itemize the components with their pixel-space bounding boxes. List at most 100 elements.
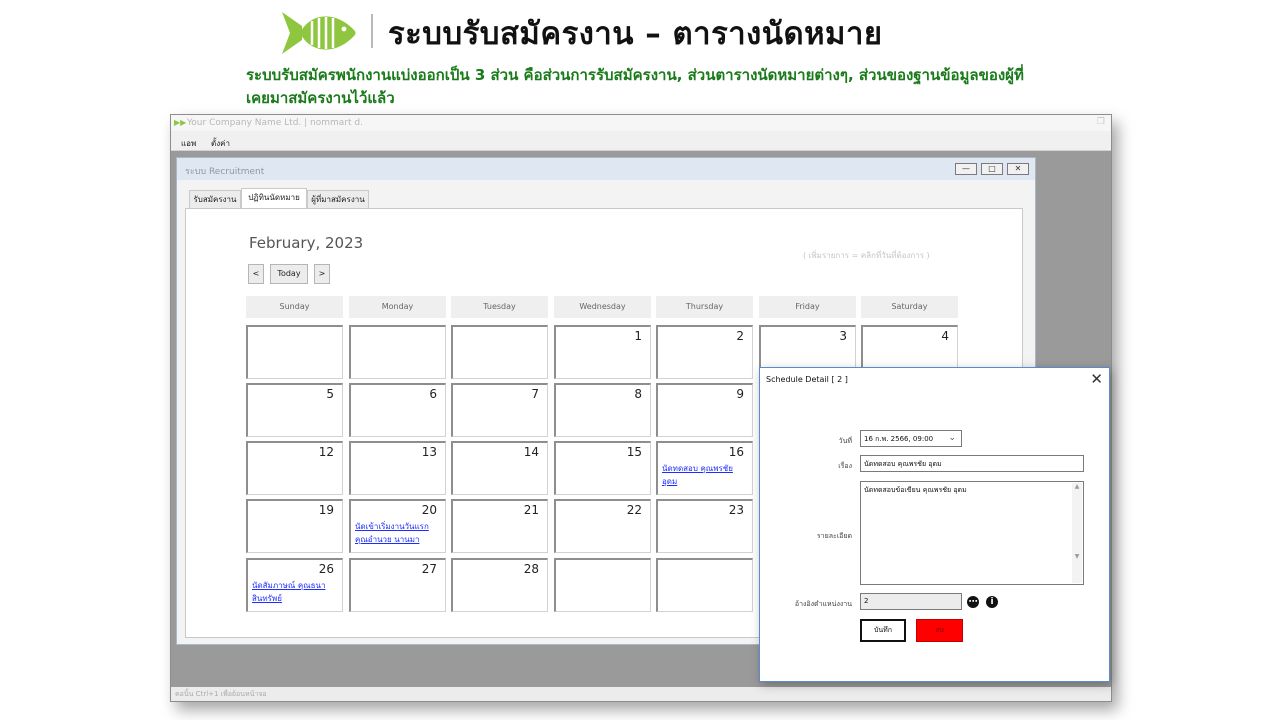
day-number: 20 — [421, 503, 437, 517]
calendar-day-cell[interactable]: 22 — [554, 499, 651, 553]
calendar-day-cell[interactable] — [656, 558, 753, 612]
chevron-down-icon[interactable]: ⌄ — [948, 433, 956, 443]
weekday-header: Tuesday — [451, 296, 548, 318]
calendar-day-cell[interactable]: 14 — [451, 441, 548, 495]
app-titlebar: ▶▶ Your Company Name Ltd. | nommart d. ❐ — [171, 115, 1111, 131]
calendar-event-link[interactable]: นัดเข้าเริ่มงานวันแรก คุณอำนวย นานมา — [355, 520, 443, 546]
day-number: 4 — [941, 329, 949, 343]
calendar-day-cell[interactable]: 20 นัดเข้าเริ่มงานวันแรก คุณอำนวย นานมา — [349, 499, 446, 553]
day-number: 6 — [429, 387, 437, 401]
tab-application[interactable]: รับสมัครงาน — [189, 190, 241, 208]
maximize-button[interactable]: □ — [981, 163, 1003, 175]
day-number: 27 — [421, 562, 437, 576]
save-button[interactable]: บันทึก — [860, 619, 906, 642]
calendar-day-cell[interactable]: 1 — [554, 325, 651, 379]
day-number: 21 — [523, 503, 539, 517]
fish-logo-icon — [282, 12, 356, 54]
calendar-day-cell[interactable]: 16 นัดทดสอบ คุณพรชัย อุดม — [656, 441, 753, 495]
day-number: 9 — [736, 387, 744, 401]
schedule-detail-dialog: Schedule Detail [ 2 ] ✕ วันที่ 16 ก.พ. 2… — [759, 367, 1110, 682]
slide: ระบบรับสมัครงาน – ตารางนัดหมาย ระบบรับสม… — [0, 0, 1280, 720]
calendar-event-link[interactable]: นัดทดสอบ คุณพรชัย อุดม — [662, 462, 750, 488]
day-number: 7 — [531, 387, 539, 401]
close-button[interactable]: ✕ — [1007, 163, 1029, 175]
tab-calendar[interactable]: ปฏิทินนัดหมาย — [241, 188, 307, 208]
slide-description: ระบบรับสมัครพนักงานแบ่งออกเป็น 3 ส่วน คื… — [246, 66, 1024, 107]
tab-applicants[interactable]: ผู้ที่มาสมัครงาน — [307, 190, 369, 208]
dialog-title: Schedule Detail [ 2 ] — [766, 375, 848, 384]
next-month-button[interactable]: > — [314, 264, 330, 284]
date-picker[interactable]: 16 ก.พ. 2566, 09:00 ⌄ — [860, 430, 962, 447]
day-number: 15 — [626, 445, 642, 459]
dialog-close-icon[interactable]: ✕ — [1090, 370, 1103, 388]
day-number: 13 — [421, 445, 437, 459]
calendar-day-cell[interactable]: 7 — [451, 383, 548, 437]
menu-settings[interactable]: ตั้งค่า — [211, 137, 230, 150]
day-number: 5 — [326, 387, 334, 401]
subject-input[interactable]: นัดทดสอบ คุณพรชัย อุดม — [860, 455, 1084, 472]
calendar-day-cell[interactable] — [554, 558, 651, 612]
detail-scrollbar[interactable]: ▲ ▼ — [1072, 483, 1082, 583]
weekday-header: Sunday — [246, 296, 343, 318]
calendar-day-cell[interactable] — [246, 325, 343, 379]
calendar-day-cell[interactable]: 2 — [656, 325, 753, 379]
day-number: 12 — [318, 445, 334, 459]
ref-position-input[interactable]: 2 — [860, 593, 962, 610]
calendar-day-cell[interactable]: 28 — [451, 558, 548, 612]
calendar-day-cell[interactable]: 9 — [656, 383, 753, 437]
calendar-day-cell[interactable]: 12 — [246, 441, 343, 495]
calendar-day-cell[interactable]: 27 — [349, 558, 446, 612]
day-number: 23 — [728, 503, 744, 517]
prev-month-button[interactable]: < — [248, 264, 264, 284]
calendar-day-cell[interactable] — [349, 325, 446, 379]
calendar-day-cell[interactable] — [451, 325, 548, 379]
day-number: 19 — [318, 503, 334, 517]
calendar-month-title: February, 2023 — [249, 234, 364, 252]
app-title: Your Company Name Ltd. | nommart d. — [187, 118, 363, 128]
minimize-button[interactable]: — — [955, 163, 977, 175]
today-button[interactable]: Today — [270, 264, 308, 284]
calendar-day-cell[interactable]: 8 — [554, 383, 651, 437]
weekday-header: Wednesday — [554, 296, 651, 318]
calendar-day-cell[interactable]: 26 นัดสัมภาษณ์ คุณธนา สินทรัพย์ — [246, 558, 343, 612]
delete-button[interactable]: ลบ — [916, 619, 963, 642]
date-label: วันที่ — [838, 437, 852, 445]
weekday-header: Monday — [349, 296, 446, 318]
day-number: 8 — [634, 387, 642, 401]
detail-label: รายละเอียด — [816, 532, 852, 540]
slide-title: ระบบรับสมัครงาน – ตารางนัดหมาย — [388, 16, 883, 52]
menu-app[interactable]: แอพ — [181, 137, 196, 150]
calendar-day-cell[interactable]: 19 — [246, 499, 343, 553]
app-logo-icon: ▶▶ — [174, 118, 187, 127]
day-number: 2 — [736, 329, 744, 343]
calendar-day-cell[interactable]: 13 — [349, 441, 446, 495]
day-number: 22 — [626, 503, 642, 517]
weekday-header: Friday — [759, 296, 856, 318]
calendar-day-cell[interactable]: 15 — [554, 441, 651, 495]
weekday-header: Saturday — [861, 296, 958, 318]
day-number: 14 — [523, 445, 539, 459]
info-icon[interactable]: i — [986, 596, 998, 608]
recruitment-window-title: ระบบ Recruitment — [177, 158, 1035, 180]
date-value: 16 ก.พ. 2566, 09:00 — [864, 435, 934, 443]
calendar-event-link[interactable]: นัดสัมภาษณ์ คุณธนา สินทรัพย์ — [252, 579, 340, 605]
day-number: 16 — [728, 445, 744, 459]
status-bar: คอนิ้น Ctrl+1 เพื่อย้อนหน้าจอ — [171, 687, 1111, 701]
more-options-icon[interactable]: ⋯ — [967, 596, 979, 608]
ref-position-label: อ้างอิงตำแหน่งงาน — [794, 600, 852, 608]
calendar-day-cell[interactable]: 23 — [656, 499, 753, 553]
menubar: แอพ ตั้งค่า — [171, 131, 1111, 151]
day-number: 26 — [318, 562, 334, 576]
title-divider — [371, 14, 373, 48]
calendar-day-cell[interactable]: 6 — [349, 383, 446, 437]
day-number: 1 — [634, 329, 642, 343]
detail-value: นัดทดสอบข้อเขียน คุณพรชัย อุดม — [864, 486, 967, 494]
weekday-header: Thursday — [656, 296, 753, 318]
day-number: 28 — [523, 562, 539, 576]
calendar-day-cell[interactable]: 5 — [246, 383, 343, 437]
day-number: 3 — [839, 329, 847, 343]
calendar-day-cell[interactable]: 21 — [451, 499, 548, 553]
calendar-hint: ( เพิ่มรายการ = คลิกที่วันที่ต้องการ ) — [803, 251, 930, 260]
window-restore-icon[interactable]: ❐ — [1097, 117, 1105, 127]
detail-textarea[interactable]: นัดทดสอบข้อเขียน คุณพรชัย อุดม ▲ ▼ — [860, 481, 1084, 585]
